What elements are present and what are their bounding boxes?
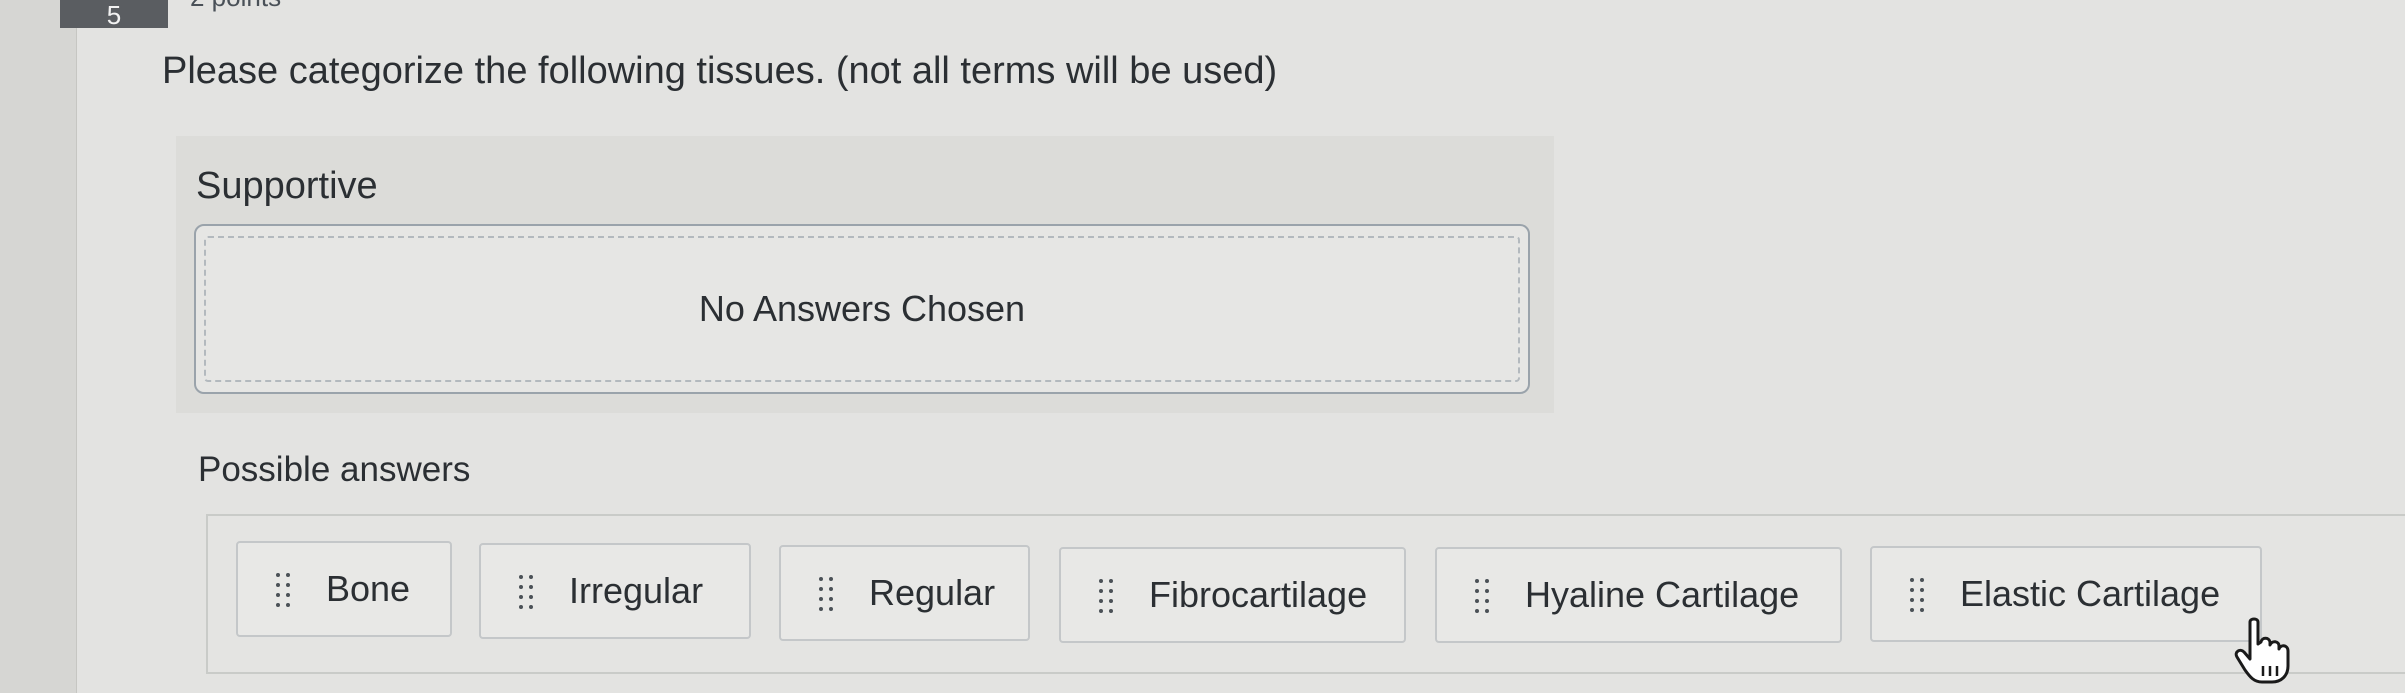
left-gutter: [0, 0, 77, 693]
answer-chip-label: Irregular: [569, 570, 704, 611]
answer-chip-elastic-cartilage[interactable]: Elastic Cartilage: [1870, 546, 2262, 642]
question-number: 5: [60, 0, 168, 28]
category-dropzone[interactable]: No Answers Chosen: [194, 224, 1530, 394]
answer-chip-fibrocartilage[interactable]: Fibrocartilage: [1059, 547, 1406, 643]
answer-chip-irregular[interactable]: Irregular: [479, 543, 751, 639]
possible-answers-label: Possible answers: [198, 450, 471, 489]
answer-chip-hyaline-cartilage[interactable]: Hyaline Cartilage: [1435, 547, 1842, 643]
drag-handle-icon[interactable]: [1473, 577, 1491, 613]
question-points: 2 points: [190, 0, 281, 13]
answer-chip-label: Fibrocartilage: [1149, 574, 1368, 615]
drag-handle-icon[interactable]: [817, 575, 835, 611]
drag-handle-icon[interactable]: [517, 573, 535, 609]
hand-pointer-cursor-icon: [2232, 616, 2302, 691]
answer-chip-label: Bone: [326, 568, 411, 609]
drag-handle-icon[interactable]: [1908, 576, 1926, 612]
answer-chip-regular[interactable]: Regular: [779, 545, 1030, 641]
answer-chip-bone[interactable]: Bone: [236, 541, 452, 637]
answer-chip-label: Regular: [869, 572, 996, 613]
drag-handle-icon[interactable]: [1097, 577, 1115, 613]
answer-chip-label: Hyaline Cartilage: [1525, 574, 1800, 615]
answer-chip-label: Elastic Cartilage: [1960, 573, 2221, 614]
empty-dropzone-text: No Answers Chosen: [698, 288, 1026, 329]
question-prompt: Please categorize the following tissues.…: [162, 50, 1278, 92]
drag-handle-icon[interactable]: [274, 571, 292, 607]
category-label: Supportive: [196, 165, 378, 207]
